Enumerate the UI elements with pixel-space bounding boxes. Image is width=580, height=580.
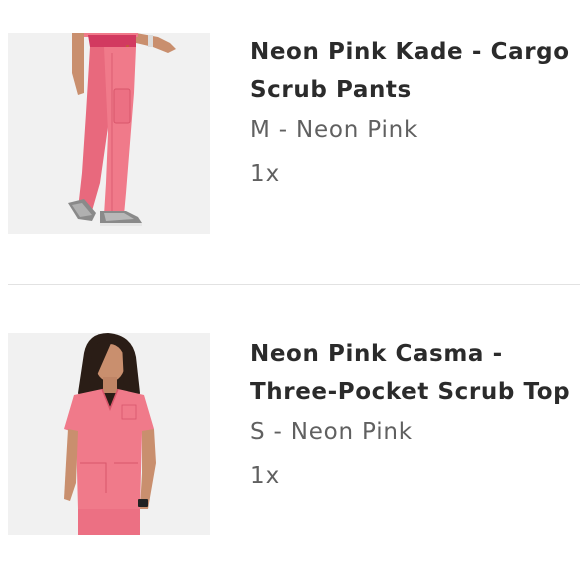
divider: [8, 284, 580, 285]
product-info: Neon Pink Kade - Cargo Scrub Pants M - N…: [250, 33, 580, 193]
product-title-line: Scrub Pants: [250, 77, 412, 103]
product-quantity: 1x: [250, 161, 281, 187]
product-title-line: Three-Pocket Scrub Top: [250, 379, 571, 405]
scrub-top-photo: [8, 333, 210, 535]
product-image-scrub-top[interactable]: [8, 333, 210, 535]
list-item[interactable]: Neon Pink Kade - Cargo Scrub Pants M - N…: [0, 0, 580, 285]
product-title-line: Neon Pink Kade - Cargo: [250, 39, 570, 65]
product-title[interactable]: Neon Pink Casma - Three-Pocket Scrub Top: [250, 335, 580, 411]
order-items-list: Neon Pink Kade - Cargo Scrub Pants M - N…: [0, 0, 580, 580]
product-title[interactable]: Neon Pink Kade - Cargo Scrub Pants: [250, 33, 580, 109]
product-quantity: 1x: [250, 463, 281, 489]
scrub-pants-photo: [8, 33, 210, 234]
product-info: Neon Pink Casma - Three-Pocket Scrub Top…: [250, 335, 580, 495]
product-variant: M - Neon Pink: [250, 117, 419, 143]
product-title-line: Neon Pink Casma -: [250, 341, 503, 367]
product-variant: S - Neon Pink: [250, 419, 413, 445]
product-image-scrub-pants[interactable]: [8, 33, 210, 234]
list-item[interactable]: Neon Pink Casma - Three-Pocket Scrub Top…: [0, 300, 580, 580]
